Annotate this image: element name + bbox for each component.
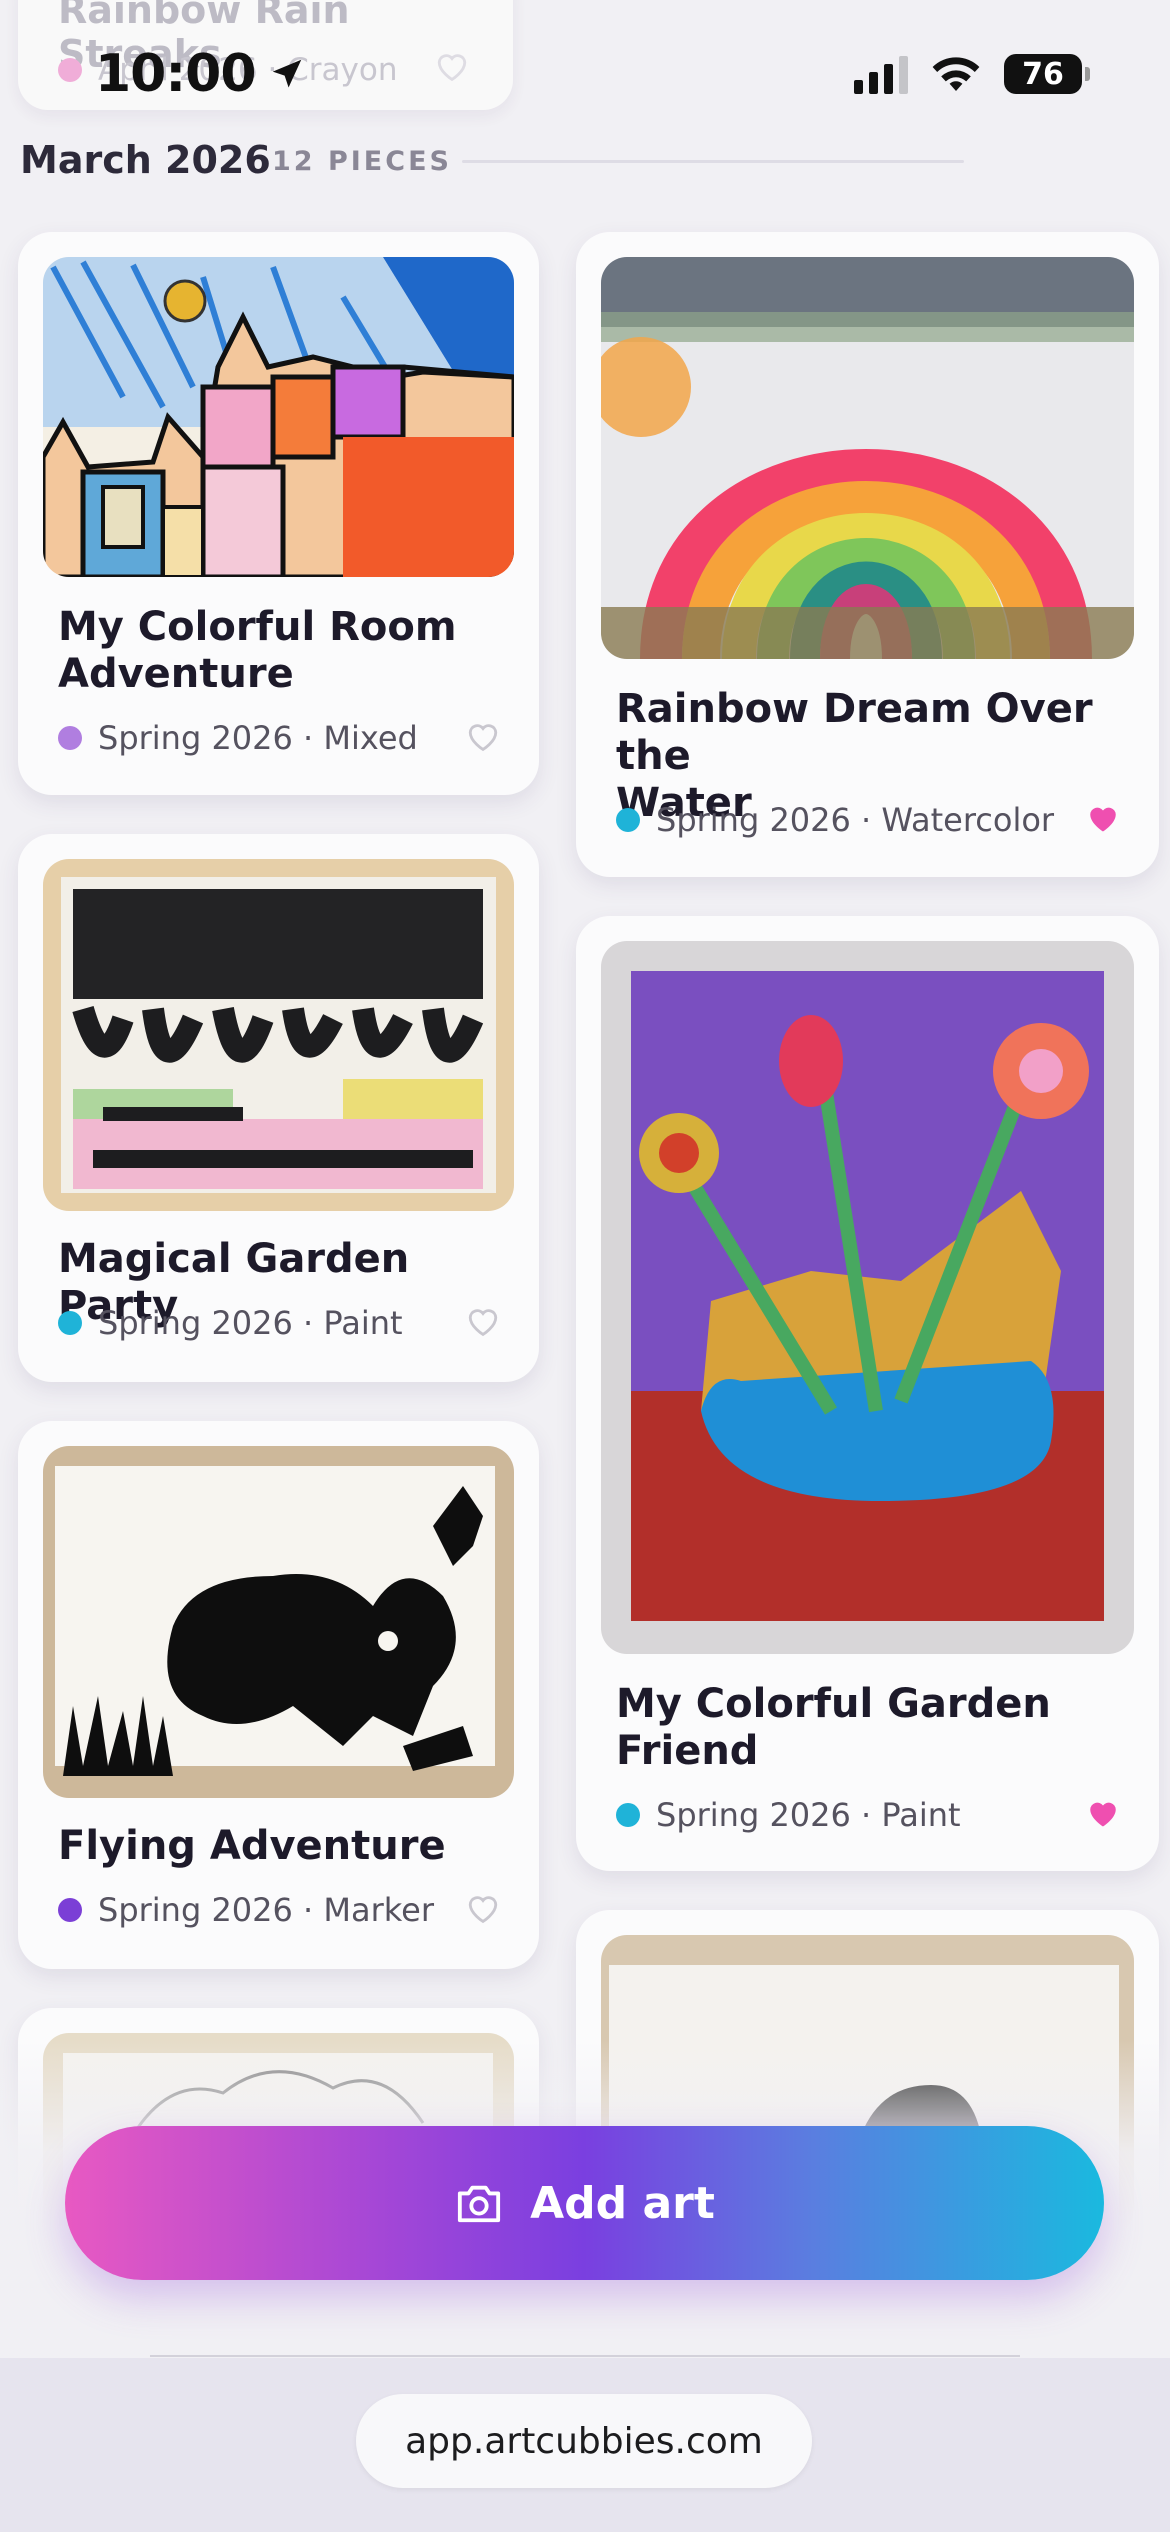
artwork-meta-text: Spring 2026 · Paint — [656, 1796, 961, 1834]
painting-black-strokes-image — [43, 859, 514, 1211]
artwork-title: My Colorful Garden Friend — [616, 1681, 1051, 1774]
browser-url-bar[interactable]: app.artcubbies.com — [356, 2394, 812, 2488]
artwork-meta: Spring 2026 · Paint — [58, 1304, 403, 1342]
artwork-title: My Colorful Room Adventure — [58, 604, 457, 697]
battery-level: 76 — [1004, 54, 1082, 94]
heart-filled-icon[interactable] — [1086, 1797, 1120, 1829]
painting-rainbow-image — [601, 257, 1134, 659]
medium-dot-icon — [616, 808, 640, 832]
medium-dot-icon — [58, 58, 82, 82]
medium-dot-icon — [616, 1803, 640, 1827]
artwork-card[interactable]: My Colorful Garden Friend Spring 2026 · … — [576, 916, 1159, 1871]
heart-outline-icon[interactable] — [466, 1892, 500, 1924]
artwork-card[interactable]: Flying Adventure Spring 2026 · Marker — [18, 1421, 539, 1969]
clock-text: 10:00 — [95, 44, 257, 104]
artwork-card[interactable]: Rainbow Dream Over the Water Spring 2026… — [576, 232, 1159, 877]
artwork-meta: Spring 2026 · Watercolor — [616, 801, 1054, 839]
artwork-card[interactable]: Magical Garden Party Spring 2026 · Paint — [18, 834, 539, 1382]
medium-dot-icon — [58, 1898, 82, 1922]
wifi-icon — [932, 57, 980, 91]
cellular-signal-icon — [854, 54, 908, 94]
url-text: app.artcubbies.com — [405, 2420, 763, 2462]
artwork-meta-text: Spring 2026 · Marker — [98, 1891, 434, 1929]
heart-outline-icon[interactable] — [466, 1305, 500, 1337]
status-bar-indicators: 76 — [854, 54, 1090, 94]
artwork-meta-text: Spring 2026 · Paint — [98, 1304, 403, 1342]
heart-outline-icon[interactable] — [435, 50, 469, 82]
status-bar-time: 10:00 — [95, 44, 306, 104]
section-piece-count: 12 PIECES — [272, 146, 452, 177]
add-art-button[interactable]: Add art — [65, 2126, 1104, 2280]
add-art-label: Add art — [530, 2177, 715, 2229]
medium-dot-icon — [58, 726, 82, 750]
section-divider — [462, 160, 964, 163]
camera-icon — [458, 2185, 501, 2223]
heart-outline-icon[interactable] — [466, 720, 500, 752]
artwork-meta-text: Spring 2026 · Watercolor — [656, 801, 1055, 839]
battery-icon: 76 — [1004, 54, 1090, 94]
artwork-meta-text: Spring 2026 · Mixed — [98, 719, 418, 757]
artwork-meta: Spring 2026 · Mixed — [58, 719, 418, 757]
drawing-houses-image — [43, 257, 514, 577]
heart-filled-icon[interactable] — [1086, 802, 1120, 834]
artwork-card[interactable]: My Colorful Room Adventure Spring 2026 ·… — [18, 232, 539, 795]
marker-black-animal-image — [43, 1446, 514, 1798]
pastel-flowers-vase-image — [601, 941, 1134, 1654]
artwork-title: Flying Adventure — [58, 1823, 446, 1869]
artwork-meta: Spring 2026 · Paint — [616, 1796, 961, 1834]
medium-dot-icon — [58, 1311, 82, 1335]
browser-divider — [150, 2355, 1020, 2357]
artwork-meta: Spring 2026 · Marker — [58, 1891, 434, 1929]
location-arrow-icon — [272, 59, 301, 88]
section-title: March 2026 — [20, 138, 271, 182]
